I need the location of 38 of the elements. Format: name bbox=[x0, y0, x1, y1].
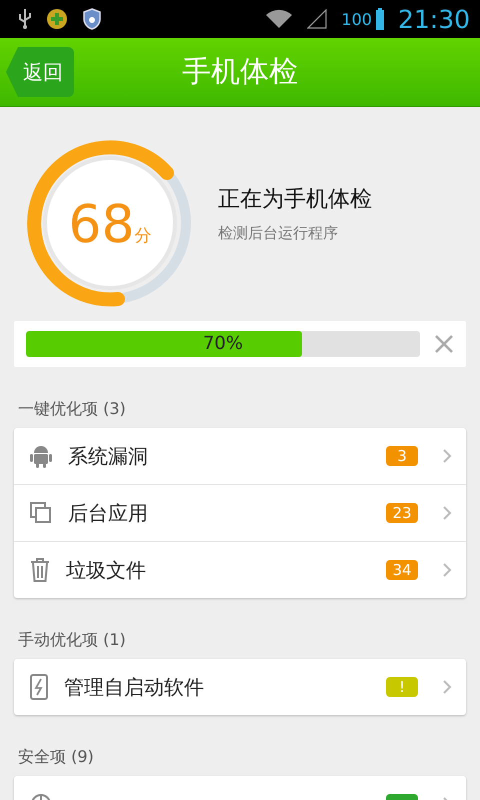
plus-ball-icon bbox=[46, 8, 68, 30]
signal-icon bbox=[307, 9, 328, 29]
count-badge: 34 bbox=[386, 560, 418, 580]
copy-icon bbox=[30, 502, 52, 524]
trash-icon bbox=[30, 558, 50, 582]
close-icon[interactable] bbox=[434, 334, 454, 354]
score-value: 68 bbox=[68, 195, 135, 255]
item-label: 后台应用 bbox=[68, 500, 149, 526]
phone-bolt-icon bbox=[30, 674, 48, 700]
item-label: 垃圾文件 bbox=[66, 556, 147, 584]
item-label: 系统漏洞 bbox=[68, 442, 149, 470]
progress-percent: 70% bbox=[202, 332, 243, 356]
list-item[interactable]: 管理自启动软件 ! bbox=[14, 659, 466, 715]
chevron-icon bbox=[442, 562, 452, 578]
chevron-icon bbox=[442, 679, 452, 695]
count-badge: 3 bbox=[386, 446, 418, 466]
item-label: 管理自启动软件 bbox=[64, 674, 205, 700]
scan-step: 检测后台运行程序 bbox=[218, 224, 372, 242]
score-unit: 分 bbox=[134, 224, 152, 246]
list-item[interactable]: 系统漏洞 3 bbox=[14, 428, 466, 485]
shield-icon bbox=[82, 8, 102, 30]
section-header: 一键优化项 (3) bbox=[18, 399, 127, 420]
list-item[interactable]: 垃圾文件 34 bbox=[14, 542, 466, 598]
battery-level: 100 bbox=[341, 10, 372, 28]
page-title: 手机体检 bbox=[182, 53, 298, 90]
usb-icon bbox=[18, 8, 32, 30]
section-header: 手动优化项 (1) bbox=[18, 630, 127, 651]
count-badge: ! bbox=[386, 677, 418, 697]
battery-icon bbox=[376, 8, 384, 30]
chevron-icon bbox=[442, 505, 452, 521]
chevron-icon bbox=[442, 448, 452, 464]
android-icon bbox=[30, 444, 52, 468]
scan-status: 正在为手机体检 bbox=[218, 186, 372, 214]
count-badge: 23 bbox=[386, 503, 418, 523]
wifi-icon bbox=[265, 9, 294, 29]
list-item[interactable]: 后台应用 23 bbox=[14, 485, 466, 542]
clock: 21:30 bbox=[398, 4, 470, 34]
section-header: 安全项 (9) bbox=[18, 747, 95, 768]
